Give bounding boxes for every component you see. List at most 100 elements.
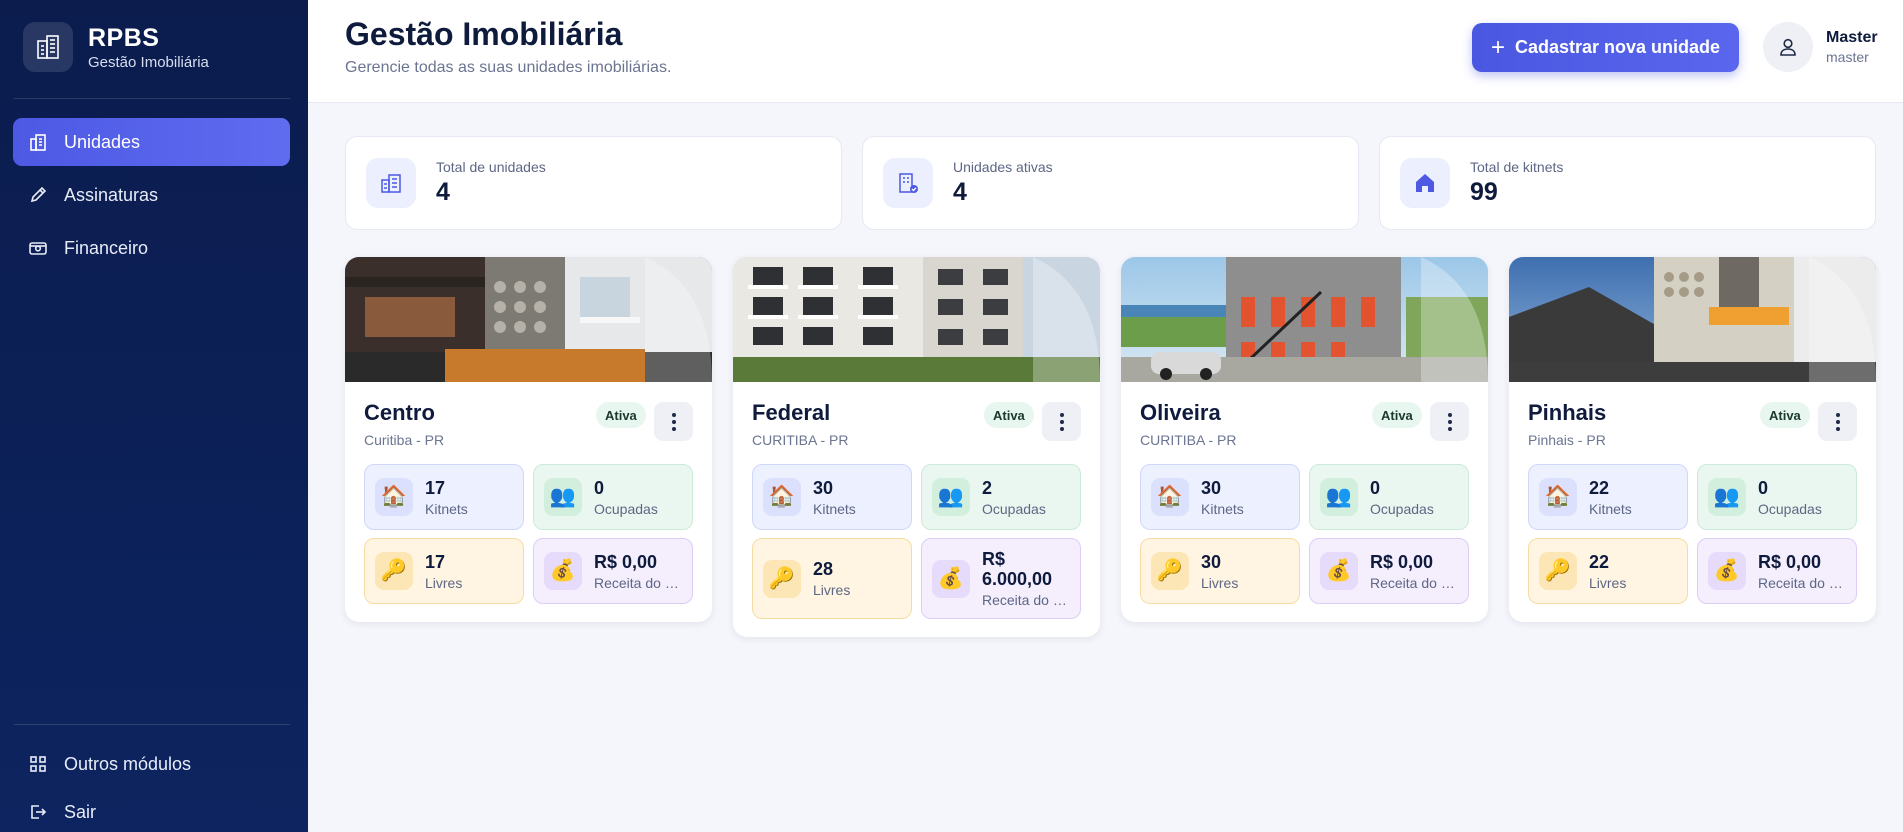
stat-card-total-kitnets: Total de kitnets 99 bbox=[1379, 136, 1876, 230]
status-badge: Ativa bbox=[1760, 402, 1810, 428]
ocupadas-tile: 👥 2 Ocupadas bbox=[921, 464, 1081, 530]
more-options-button[interactable] bbox=[1430, 402, 1469, 441]
stat-card-total-unidades: Total de unidades 4 bbox=[345, 136, 842, 230]
kitnets-label: Kitnets bbox=[813, 500, 856, 517]
unit-card-centro[interactable]: Centro Curitiba - PR Ativa 🏠 17 Kitnets 👥… bbox=[345, 257, 712, 622]
kitnets-value: 17 bbox=[425, 477, 446, 498]
receita-value: R$ 6.000,00 bbox=[982, 549, 1053, 589]
kebab-icon bbox=[1835, 412, 1840, 431]
grid-icon bbox=[27, 753, 49, 775]
money-bag-icon: 💰 bbox=[1708, 552, 1746, 590]
livres-value: 22 bbox=[1589, 551, 1610, 572]
receita-label: Receita do mês bbox=[982, 592, 1070, 608]
sidebar-item-outros-modulos[interactable]: Outros módulos bbox=[13, 740, 290, 788]
sidebar-item-label: Assinaturas bbox=[64, 184, 159, 205]
people-icon: 👥 bbox=[1320, 478, 1358, 516]
stat-value: 99 bbox=[1470, 178, 1498, 206]
kitnets-value: 30 bbox=[813, 477, 834, 498]
house-icon: 🏠 bbox=[375, 478, 413, 516]
receita-tile: 💰 R$ 0,00 Receita do mês bbox=[533, 538, 693, 604]
unit-city: CURITIBA - PR bbox=[752, 432, 849, 448]
sidebar-divider bbox=[14, 724, 290, 725]
page-subtitle: Gerencie todas as suas unidades imobiliá… bbox=[345, 59, 672, 76]
more-options-button[interactable] bbox=[1042, 402, 1081, 441]
stat-value: 4 bbox=[953, 178, 967, 206]
key-icon: 🔑 bbox=[375, 552, 413, 590]
receita-label: Receita do mês bbox=[1758, 574, 1846, 591]
livres-label: Livres bbox=[813, 582, 851, 598]
key-icon: 🔑 bbox=[1151, 552, 1189, 590]
unit-city: CURITIBA - PR bbox=[1140, 432, 1237, 448]
money-icon bbox=[27, 237, 49, 259]
sidebar-item-label: Financeiro bbox=[64, 237, 149, 258]
people-icon: 👥 bbox=[932, 478, 970, 516]
logout-icon bbox=[27, 801, 49, 823]
unit-photo bbox=[1121, 257, 1488, 382]
sidebar-item-sair[interactable]: Sair bbox=[13, 788, 290, 832]
unit-city: Curitiba - PR bbox=[364, 432, 445, 448]
kitnets-label: Kitnets bbox=[1589, 500, 1632, 517]
more-options-button[interactable] bbox=[1818, 402, 1857, 441]
livres-value: 17 bbox=[425, 551, 446, 572]
stat-label: Total de kitnets bbox=[1470, 159, 1564, 175]
money-bag-icon: 💰 bbox=[544, 552, 582, 590]
kebab-icon bbox=[1447, 412, 1452, 431]
unit-city: Pinhais - PR bbox=[1528, 432, 1606, 448]
receita-tile: 💰 R$ 0,00 Receita do mês bbox=[1309, 538, 1469, 604]
livres-value: 30 bbox=[1201, 551, 1222, 572]
receita-value: R$ 0,00 bbox=[1370, 551, 1434, 572]
sidebar-item-unidades[interactable]: Unidades bbox=[13, 118, 290, 166]
user-role: master bbox=[1826, 49, 1869, 65]
money-bag-icon: 💰 bbox=[1320, 552, 1358, 590]
ocupadas-value: 2 bbox=[982, 477, 993, 498]
status-badge: Ativa bbox=[984, 402, 1034, 428]
house-icon: 🏠 bbox=[763, 478, 801, 516]
house-icon: 🏠 bbox=[1151, 478, 1189, 516]
kitnets-tile: 🏠 30 Kitnets bbox=[752, 464, 912, 530]
status-badge: Ativa bbox=[1372, 402, 1422, 428]
sidebar-item-assinaturas[interactable]: Assinaturas bbox=[13, 171, 290, 219]
unit-card-federal[interactable]: Federal CURITIBA - PR Ativa 🏠 30 Kitnets … bbox=[733, 257, 1100, 637]
stat-value: 4 bbox=[436, 178, 450, 206]
new-unit-button[interactable]: + Cadastrar nova unidade bbox=[1472, 23, 1739, 72]
livres-tile: 🔑 30 Livres bbox=[1140, 538, 1300, 604]
building-chart-icon bbox=[27, 131, 49, 153]
user-menu[interactable]: Master master bbox=[1763, 22, 1878, 72]
kitnets-label: Kitnets bbox=[425, 500, 468, 517]
stat-label: Total de unidades bbox=[436, 159, 546, 175]
key-icon: 🔑 bbox=[763, 559, 801, 598]
page-title: Gestão Imobiliária bbox=[345, 16, 623, 52]
house-icon: 🏠 bbox=[1539, 478, 1577, 516]
user-avatar-icon bbox=[1763, 22, 1813, 72]
sidebar-item-financeiro[interactable]: Financeiro bbox=[13, 224, 290, 272]
new-unit-button-label: Cadastrar nova unidade bbox=[1514, 37, 1721, 57]
receita-label: Receita do mês bbox=[594, 574, 682, 591]
kebab-icon bbox=[671, 412, 676, 431]
receita-tile: 💰 R$ 0,00 Receita do mês bbox=[1697, 538, 1857, 604]
ocupadas-label: Ocupadas bbox=[1758, 500, 1822, 517]
livres-label: Livres bbox=[425, 574, 463, 591]
unit-card-oliveira[interactable]: Oliveira CURITIBA - PR Ativa 🏠 30 Kitnets… bbox=[1121, 257, 1488, 622]
ocupadas-value: 0 bbox=[1370, 477, 1381, 498]
building-check-icon bbox=[883, 158, 933, 208]
ocupadas-label: Ocupadas bbox=[1370, 500, 1434, 517]
building-logo-icon bbox=[23, 22, 73, 72]
receita-value: R$ 0,00 bbox=[1758, 551, 1822, 572]
receita-value: R$ 0,00 bbox=[594, 551, 658, 572]
unit-photo bbox=[345, 257, 712, 382]
ocupadas-value: 0 bbox=[594, 477, 605, 498]
more-options-button[interactable] bbox=[654, 402, 693, 441]
kitnets-tile: 🏠 17 Kitnets bbox=[364, 464, 524, 530]
stat-label: Unidades ativas bbox=[953, 159, 1053, 175]
brand-name: RPBS bbox=[88, 23, 160, 52]
livres-tile: 🔑 22 Livres bbox=[1528, 538, 1688, 604]
kebab-icon bbox=[1059, 412, 1064, 431]
unit-photo bbox=[733, 257, 1100, 382]
kitnets-value: 30 bbox=[1201, 477, 1222, 498]
user-name: Master bbox=[1826, 29, 1878, 46]
unit-card-pinhais[interactable]: Pinhais Pinhais - PR Ativa 🏠 22 Kitnets 👥… bbox=[1509, 257, 1876, 622]
brand[interactable]: RPBS Gestão Imobiliária bbox=[23, 22, 209, 72]
kitnets-label: Kitnets bbox=[1201, 500, 1244, 517]
people-icon: 👥 bbox=[544, 478, 582, 516]
money-bag-icon: 💰 bbox=[932, 559, 970, 598]
